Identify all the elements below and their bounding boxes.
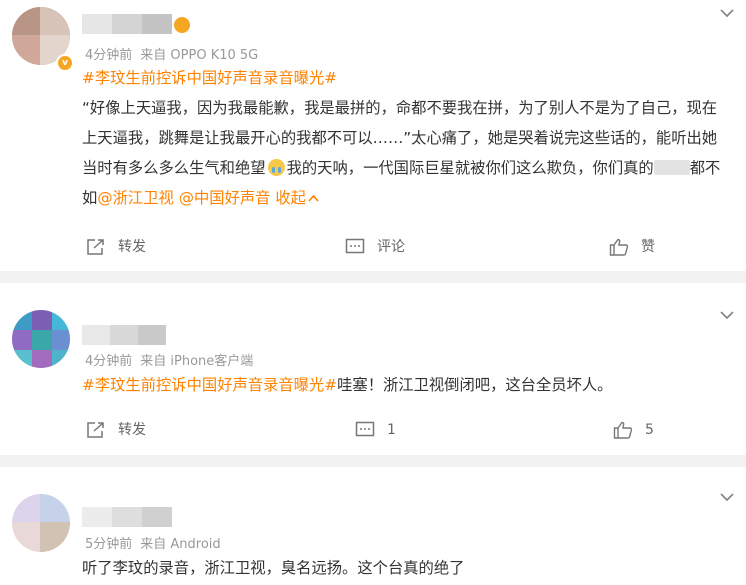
- chevron-down-icon[interactable]: [720, 492, 734, 502]
- chevron-down-icon[interactable]: [720, 310, 734, 320]
- repost-label: 转发: [118, 239, 146, 255]
- username-blurred[interactable]: [82, 325, 166, 345]
- post-divider: [0, 455, 746, 467]
- post-time: 5分钟前: [85, 537, 133, 552]
- action-bar: 转发 评论 赞: [0, 235, 746, 259]
- like-button[interactable]: 5: [613, 418, 654, 442]
- collapse-link[interactable]: 收起: [275, 189, 319, 207]
- thumbs-up-icon: [613, 421, 633, 439]
- comment-label: 评论: [377, 239, 405, 255]
- repost-icon: [87, 239, 104, 255]
- repost-button[interactable]: 转发: [86, 418, 146, 442]
- post-source: 来自 iPhone客户端: [140, 354, 254, 369]
- post-meta: 4分钟前 来自 iPhone客户端: [85, 350, 253, 369]
- repost-label: 转发: [118, 422, 146, 438]
- thumbs-up-icon: [609, 238, 629, 256]
- weibo-post-2: 4分钟前 来自 iPhone客户端 #李玟生前控诉中国好声音录音曝光#哇塞！浙江卫…: [0, 283, 746, 455]
- chevron-up-icon: [308, 194, 319, 202]
- like-button[interactable]: 赞: [609, 235, 655, 259]
- post-body: #李玟生前控诉中国好声音录音曝光# “好像上天逼我，因为我最能歉，我是最拼的，命…: [82, 63, 722, 213]
- post-text-cont: 我的天呐，一代国际巨星就被你们这么欺负，你们真的: [286, 159, 654, 177]
- username-blurred[interactable]: [82, 507, 172, 527]
- censored-word: [653, 160, 690, 175]
- avatar[interactable]: [12, 310, 70, 368]
- post-time: 4分钟前: [85, 48, 133, 63]
- post-time: 4分钟前: [85, 354, 133, 369]
- post-source: 来自 Android: [140, 537, 221, 552]
- post-meta: 5分钟前 来自 Android: [85, 533, 221, 552]
- post-source: 来自 OPPO K10 5G: [140, 48, 259, 63]
- repost-icon: [87, 422, 104, 438]
- comment-icon: [345, 238, 365, 254]
- weibo-post-1: v 4分钟前 来自 OPPO K10 5G #李玟生前控诉中国好声音录音曝光# “…: [0, 0, 746, 271]
- comment-icon: [355, 421, 375, 437]
- avatar[interactable]: [12, 494, 70, 552]
- post-text: 哇塞！浙江卫视倒闭吧，这台全员坏人。: [337, 376, 613, 394]
- comment-button[interactable]: 评论: [345, 235, 405, 259]
- like-label: 赞: [641, 239, 655, 255]
- verified-badge-icon: v: [56, 54, 74, 72]
- post-meta: 4分钟前 来自 OPPO K10 5G: [85, 44, 258, 63]
- username-blurred[interactable]: [82, 14, 172, 34]
- post-divider: [0, 271, 746, 283]
- action-bar: 转发 1 5: [0, 418, 746, 442]
- crying-emoji-icon: [267, 159, 285, 176]
- comment-button[interactable]: 1: [355, 418, 396, 442]
- chevron-down-icon[interactable]: [720, 8, 734, 18]
- post-body: 听了李玟的录音，浙江卫视，臭名远扬。这个台真的绝了: [82, 553, 722, 583]
- hashtag-link[interactable]: #李玟生前控诉中国好声音录音曝光#: [82, 376, 337, 394]
- comment-count: 1: [387, 422, 396, 438]
- post-text: 听了李玟的录音，浙江卫视，臭名远扬。这个台真的绝了: [82, 559, 465, 577]
- mention-zhejiang-tv[interactable]: @浙江卫视: [97, 189, 174, 207]
- weibo-post-3: 5分钟前 来自 Android 听了李玟的录音，浙江卫视，臭名远扬。这个台真的绝了: [0, 467, 746, 585]
- hashtag-link[interactable]: #李玟生前控诉中国好声音录音曝光#: [82, 69, 337, 87]
- repost-button[interactable]: 转发: [86, 235, 146, 259]
- emoji-icon: [174, 17, 190, 33]
- post-body: #李玟生前控诉中国好声音录音曝光#哇塞！浙江卫视倒闭吧，这台全员坏人。: [82, 370, 722, 400]
- like-count: 5: [645, 422, 654, 438]
- mention-voice-of-china[interactable]: @中国好声音: [179, 189, 271, 207]
